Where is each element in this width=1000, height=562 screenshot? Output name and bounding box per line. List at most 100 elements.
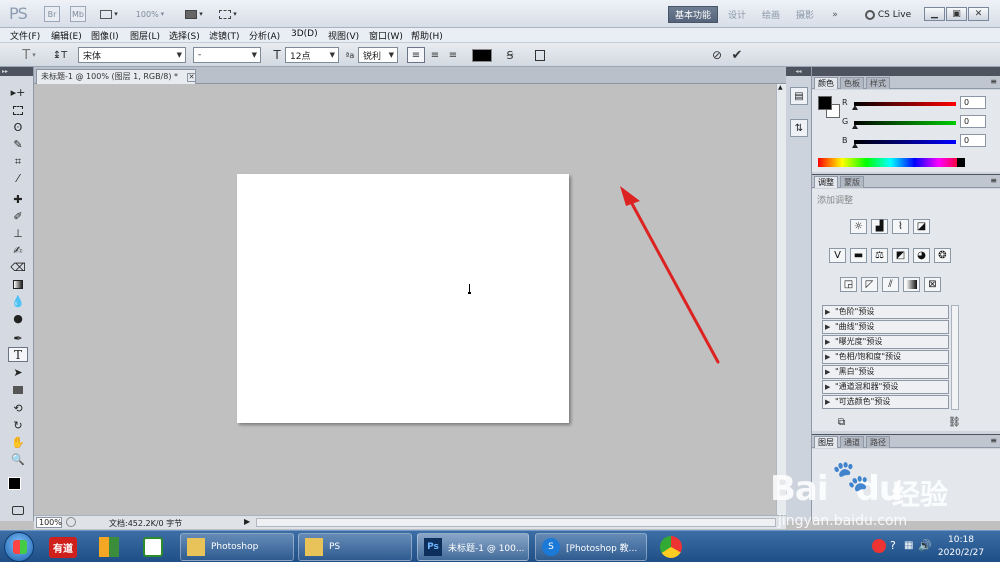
menu-image[interactable]: 图像(I) (91, 29, 119, 42)
menu-edit[interactable]: 编辑(E) (51, 29, 82, 42)
align-left-button[interactable]: ≡ (407, 47, 425, 63)
tools-panel-header[interactable]: ▸▸ (0, 67, 33, 76)
tab-adjustments[interactable]: 调整 (814, 176, 838, 188)
tool-healing[interactable]: ✚ (8, 192, 28, 207)
horizontal-scrollbar[interactable] (256, 518, 776, 527)
zoom-level-select[interactable]: 100% ▾ (131, 6, 169, 22)
help-icon[interactable]: ? (890, 539, 896, 552)
tool-blur[interactable]: 💧 (8, 294, 28, 309)
tool-crop[interactable]: ⌗ (8, 154, 28, 169)
black-white-button[interactable]: ◩ (892, 248, 909, 263)
tool-stamp[interactable]: ⊥ (8, 226, 28, 241)
blue-slider-thumb[interactable] (852, 143, 858, 148)
tool-pen[interactable]: ✒ (8, 331, 28, 346)
threshold-button[interactable]: ⫽ (882, 277, 899, 292)
menu-analysis[interactable]: 分析(A) (249, 29, 280, 42)
panels-header[interactable] (812, 67, 1000, 76)
cs-live-button[interactable]: CS Live (860, 6, 916, 23)
menu-help[interactable]: 帮助(H) (411, 29, 443, 42)
brightness-contrast-button[interactable]: ☼ (850, 219, 867, 234)
task-photoshop-folder[interactable]: Photoshop (180, 533, 294, 561)
input-method-icon[interactable] (872, 539, 886, 553)
exposure-button[interactable]: ◪ (913, 219, 930, 234)
vibrance-button[interactable]: V (829, 248, 846, 263)
task-photoshop-document[interactable]: Ps 未标题-1 @ 100... (417, 533, 529, 561)
workspace-painting[interactable]: 绘画 (758, 6, 784, 23)
pin-app[interactable] (136, 534, 170, 560)
align-center-button[interactable]: ≡ (427, 47, 443, 63)
panel-menu-icon[interactable]: ≡ (990, 436, 997, 445)
color-spectrum-ramp[interactable] (818, 158, 963, 167)
document-tab[interactable]: 未标题-1 @ 100% (图层 1, RGB/8) * ✕ (36, 69, 196, 84)
start-button[interactable] (4, 532, 34, 562)
character-panel-button[interactable] (532, 47, 548, 63)
tool-3d-orbit[interactable]: ↻ (8, 418, 28, 433)
selective-color-button[interactable]: ⊠ (924, 277, 941, 292)
actions-panel-button[interactable]: ⇅ (790, 119, 808, 137)
preset-curves[interactable]: "曲线"预设 (822, 320, 949, 334)
vertical-scrollbar[interactable]: ▲ (776, 84, 786, 515)
red-value-input[interactable]: 0 (960, 96, 986, 109)
workspace-photography[interactable]: 摄影 (792, 6, 818, 23)
menu-select[interactable]: 选择(S) (169, 29, 200, 42)
red-slider[interactable] (854, 102, 956, 106)
return-to-list-icon[interactable]: ⧉ (838, 417, 845, 428)
close-button[interactable]: ✕ (968, 7, 989, 21)
green-value-input[interactable]: 0 (960, 115, 986, 128)
more-workspaces-button[interactable]: » (826, 6, 844, 23)
tool-eyedropper[interactable]: ⁄ (8, 171, 28, 186)
preset-exposure[interactable]: "曝光度"预设 (822, 335, 949, 349)
menu-window[interactable]: 窗口(W) (369, 29, 403, 42)
cancel-edit-button[interactable]: ⊘ (709, 47, 725, 63)
history-panel-button[interactable]: ▤ (790, 87, 808, 105)
task-browser[interactable]: S [Photoshop 教... (535, 533, 647, 561)
green-slider-thumb[interactable] (852, 124, 858, 129)
pin-youdao[interactable]: 有道 (46, 534, 80, 560)
status-menu-arrow-icon[interactable]: ▶ (244, 517, 250, 526)
preset-channel-mixer[interactable]: "通道混和器"预设 (822, 380, 949, 394)
preset-levels[interactable]: "色阶"预设 (822, 305, 949, 319)
tool-eraser[interactable]: ⌫ (8, 260, 28, 275)
tool-lasso[interactable]: ʘ (8, 120, 28, 135)
quick-mask-button[interactable] (8, 503, 28, 518)
bridge-button[interactable]: Br (44, 6, 60, 22)
antialias-select[interactable]: 锐利 ▼ (358, 47, 398, 63)
view-extras-button[interactable]: ▾ (96, 6, 122, 22)
pin-office[interactable] (92, 534, 126, 560)
color-swatches[interactable] (6, 470, 30, 497)
tab-styles[interactable]: 样式 (866, 77, 890, 89)
tab-paths[interactable]: 路径 (866, 436, 890, 448)
workspace-basic[interactable]: 基本功能 (668, 6, 718, 23)
expand-view-icon[interactable]: ⛓ (948, 417, 961, 428)
workspace-design[interactable]: 设计 (724, 6, 750, 23)
pin-chrome[interactable] (654, 534, 688, 560)
tool-preset-picker[interactable]: T ▾ (14, 47, 44, 63)
presets-scrollbar[interactable] (951, 305, 959, 410)
preset-selective-color[interactable]: "可选颜色"预设 (822, 395, 949, 409)
document-canvas[interactable] (237, 174, 569, 423)
green-slider[interactable] (854, 121, 956, 125)
hue-saturation-button[interactable]: ▬ (850, 248, 867, 263)
volume-icon[interactable]: 🔊 (918, 539, 932, 552)
menu-layer[interactable]: 图层(L) (130, 29, 160, 42)
maximize-button[interactable]: ▣ (946, 7, 967, 21)
screen-mode-button[interactable]: ▾ (214, 6, 242, 22)
minimize-button[interactable]: ▁ (924, 7, 945, 21)
levels-button[interactable]: ▟ (871, 219, 888, 234)
text-color-swatch[interactable] (471, 47, 493, 63)
tab-swatches[interactable]: 色板 (840, 77, 864, 89)
tool-history-brush[interactable]: ✍ (8, 243, 28, 258)
channel-mixer-button[interactable]: ❂ (934, 248, 951, 263)
font-family-select[interactable]: 宋体 ▼ (78, 47, 186, 63)
menu-file[interactable]: 文件(F) (10, 29, 40, 42)
tool-3d-rotate[interactable]: ⟲ (8, 401, 28, 416)
color-balance-button[interactable]: ⚖ (871, 248, 888, 263)
tool-quick-select[interactable]: ✎ (8, 137, 28, 152)
toggle-text-orientation-button[interactable]: ↨T (52, 47, 68, 63)
clock[interactable]: 10:18 2020/2/27 (936, 534, 986, 560)
network-icon[interactable]: ▦ (904, 540, 913, 551)
foreground-color[interactable] (8, 477, 21, 490)
font-size-select[interactable]: 12点 ▼ (285, 47, 339, 63)
icon-strip-header[interactable]: ◂◂ (786, 67, 811, 76)
scroll-up-icon[interactable]: ▲ (778, 84, 783, 91)
